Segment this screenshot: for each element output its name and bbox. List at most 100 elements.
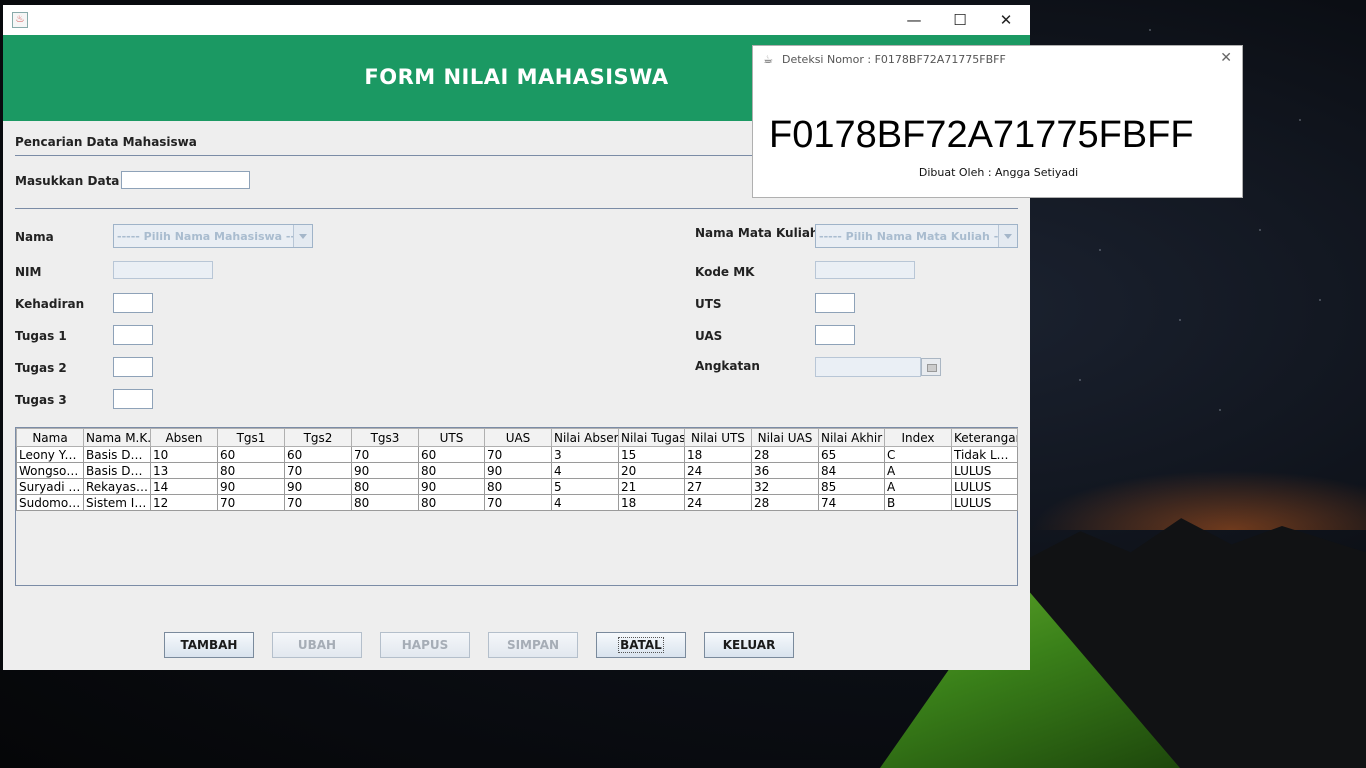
uas-field[interactable] [815,325,855,345]
table-row[interactable]: Wongsoj... Basis Dat... 13 80 70 90 80 90 4 20 24 3… [16,462,1018,479]
table-cell[interactable]: 84 [818,462,885,479]
table-row[interactable]: Leony Ye... Basis Dat... 10 60 60 70 60 70 3 15 18… [16,446,1018,463]
table-cell[interactable]: 3 [551,446,619,463]
table-cell[interactable]: 80 [418,462,485,479]
column-header[interactable]: UTS [418,428,485,447]
table-cell[interactable]: 13 [150,462,218,479]
table-cell[interactable]: 14 [150,478,218,495]
table-cell[interactable]: 90 [351,462,419,479]
column-header[interactable]: Nilai Tugas [618,428,685,447]
table-cell[interactable]: A [884,462,952,479]
column-header[interactable]: Nilai UAS [751,428,819,447]
table-cell[interactable]: Rekayasa... [83,478,151,495]
table-cell[interactable]: 80 [217,462,285,479]
table-cell[interactable]: 90 [418,478,485,495]
table-cell[interactable]: 80 [351,494,419,511]
batal-button[interactable]: BATAL [596,632,686,658]
nama-dropdown[interactable]: ----- Pilih Nama Mahasiswa ----- [113,224,313,248]
table-cell[interactable]: 70 [484,494,552,511]
table-cell[interactable]: 90 [284,478,352,495]
table-cell[interactable]: LULUS [951,494,1018,511]
column-header[interactable]: Nilai Absen [551,428,619,447]
simpan-button[interactable]: SIMPAN [488,632,578,658]
uts-field[interactable] [815,293,855,313]
table-cell[interactable]: 32 [751,478,819,495]
tugas3-field[interactable] [113,389,153,409]
hapus-button[interactable]: HAPUS [380,632,470,658]
maximize-button[interactable]: ☐ [937,5,983,35]
column-header[interactable]: Tgs3 [351,428,419,447]
table-cell[interactable]: 90 [484,462,552,479]
table-cell[interactable]: 15 [618,446,685,463]
table-cell[interactable]: LULUS [951,478,1018,495]
table-cell[interactable]: 12 [150,494,218,511]
close-button[interactable]: ✕ [983,5,1029,35]
table-cell[interactable]: Tidak Lul... [951,446,1018,463]
table-cell[interactable]: 65 [818,446,885,463]
tambah-button[interactable]: TAMBAH [164,632,254,658]
table-cell[interactable]: B [884,494,952,511]
tugas2-field[interactable] [113,357,153,377]
table-cell[interactable]: 18 [618,494,685,511]
table-cell[interactable]: 27 [684,478,752,495]
table-cell[interactable]: A [884,478,952,495]
table-cell[interactable]: 60 [284,446,352,463]
column-header[interactable]: Index [884,428,952,447]
column-header[interactable]: Nilai UTS [684,428,752,447]
table-row[interactable]: Suryadi P... Rekayasa... 14 90 90 80 90 80 5 21 27… [16,478,1018,495]
column-header[interactable]: Tgs2 [284,428,352,447]
table-cell[interactable]: 80 [351,478,419,495]
table-cell[interactable]: Sistem Inf... [83,494,151,511]
table-cell[interactable]: 28 [751,494,819,511]
table-cell[interactable]: 18 [684,446,752,463]
chevron-down-icon[interactable] [998,225,1017,247]
close-icon[interactable]: ✕ [1220,50,1232,66]
table-cell[interactable]: Basis Dat... [83,462,151,479]
table-cell[interactable]: 70 [351,446,419,463]
minimize-button[interactable]: — [891,5,937,35]
column-header[interactable]: Tgs1 [217,428,285,447]
table-cell[interactable]: 90 [217,478,285,495]
table-cell[interactable]: 4 [551,494,619,511]
keluar-button[interactable]: KELUAR [704,632,794,658]
table-cell[interactable]: 60 [217,446,285,463]
table-cell[interactable]: Suryadi P... [16,478,84,495]
table-cell[interactable]: 80 [418,494,485,511]
calendar-icon[interactable] [921,358,941,376]
table-cell[interactable]: 70 [217,494,285,511]
table-cell[interactable]: C [884,446,952,463]
table-cell[interactable]: 21 [618,478,685,495]
column-header[interactable]: Nilai Akhir [818,428,885,447]
chevron-down-icon[interactable] [293,225,312,247]
search-input[interactable] [121,171,250,189]
table-cell[interactable]: 80 [484,478,552,495]
table-cell[interactable]: Basis Dat... [83,446,151,463]
table-row[interactable]: Sudomo I... Sistem Inf... 12 70 70 80 80 70 4 18 2… [16,494,1018,511]
table-cell[interactable]: 70 [284,462,352,479]
table-cell[interactable]: Sudomo I... [16,494,84,511]
nilai-table[interactable]: Nama Nama M.K. Absen Tgs1 Tgs2 Tgs3 UTS UAS Nila… [15,427,1018,586]
table-cell[interactable]: LULUS [951,462,1018,479]
tugas1-field[interactable] [113,325,153,345]
column-header[interactable]: Absen [150,428,218,447]
table-cell[interactable]: 5 [551,478,619,495]
table-cell[interactable]: 85 [818,478,885,495]
column-header[interactable]: UAS [484,428,552,447]
matkul-dropdown[interactable]: ----- Pilih Nama Mata Kuliah ----- [815,224,1018,248]
column-header[interactable]: Nama M.K. [83,428,151,447]
table-cell[interactable]: 24 [684,462,752,479]
table-cell[interactable]: Wongsoj... [16,462,84,479]
kehadiran-field[interactable] [113,293,153,313]
table-cell[interactable]: 70 [284,494,352,511]
table-cell[interactable]: 10 [150,446,218,463]
table-cell[interactable]: 60 [418,446,485,463]
table-cell[interactable]: 20 [618,462,685,479]
ubah-button[interactable]: UBAH [272,632,362,658]
table-cell[interactable]: Leony Ye... [16,446,84,463]
column-header[interactable]: Nama [16,428,84,447]
table-cell[interactable]: 24 [684,494,752,511]
table-cell[interactable]: 4 [551,462,619,479]
table-cell[interactable]: 36 [751,462,819,479]
table-cell[interactable]: 70 [484,446,552,463]
column-header[interactable]: Keterangan [951,428,1018,447]
